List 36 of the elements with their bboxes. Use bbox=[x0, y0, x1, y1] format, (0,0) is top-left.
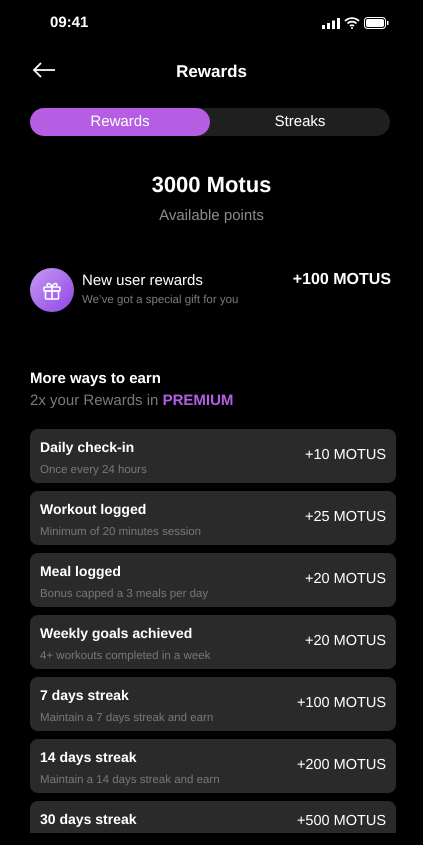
earn-points: +25 MOTUS bbox=[305, 508, 386, 528]
tab[interactable]: Rewards bbox=[30, 108, 210, 136]
earn-subtitle: Minimum of 20 minutes session bbox=[40, 525, 202, 540]
earn-title: 14 days streak bbox=[40, 748, 138, 767]
earn-subtitle: Maintain a 14 days streak and earn bbox=[40, 773, 221, 788]
gift-icon bbox=[30, 268, 74, 312]
earn-subtitle: Maintain a 7 days streak and earn bbox=[40, 711, 214, 726]
section-subtitle: 2x your Rewards in PREMIUM bbox=[30, 391, 234, 411]
reward-title: New user rewards bbox=[82, 270, 204, 291]
earn-title: Meal logged bbox=[40, 562, 122, 581]
earn-subtitle: Bonus capped a 3 meals per day bbox=[40, 587, 210, 602]
signal-icon bbox=[322, 18, 340, 28]
back-arrow-icon bbox=[32, 62, 56, 78]
earn-points: +10 MOTUS bbox=[305, 446, 386, 466]
earn-subtitle: Once every 24 hours bbox=[40, 463, 148, 478]
points-caption: Available points bbox=[158, 206, 265, 226]
reward-subtitle: We’ve got a special gift for you bbox=[82, 293, 240, 308]
clock-time: 09:41 bbox=[50, 12, 88, 33]
earn-subtitle: 4+ workouts completed in a week bbox=[40, 649, 212, 664]
points-amount: 3000 Motus bbox=[150, 171, 272, 199]
page-title: Rewards bbox=[176, 61, 247, 83]
tab[interactable]: Streaks bbox=[210, 108, 390, 136]
earn-title: 30 days streak bbox=[40, 810, 138, 829]
wifi-icon bbox=[344, 17, 360, 29]
earn-title: 7 days streak bbox=[40, 686, 130, 705]
earn-points: +500 MOTUS bbox=[296, 812, 386, 831]
section-title: More ways to earn bbox=[30, 368, 162, 388]
earn-points: +20 MOTUS bbox=[305, 570, 386, 590]
earn-title: Daily check-in bbox=[40, 438, 136, 457]
earn-title: Workout logged bbox=[40, 500, 148, 519]
earn-points: +200 MOTUS bbox=[296, 756, 386, 776]
earn-points: +100 MOTUS bbox=[296, 694, 386, 714]
reward-points: +100 MOTUS bbox=[292, 270, 391, 290]
earn-points: +20 MOTUS bbox=[305, 632, 386, 652]
earn-title: Weekly goals achieved bbox=[40, 624, 194, 643]
battery-icon bbox=[364, 17, 389, 29]
